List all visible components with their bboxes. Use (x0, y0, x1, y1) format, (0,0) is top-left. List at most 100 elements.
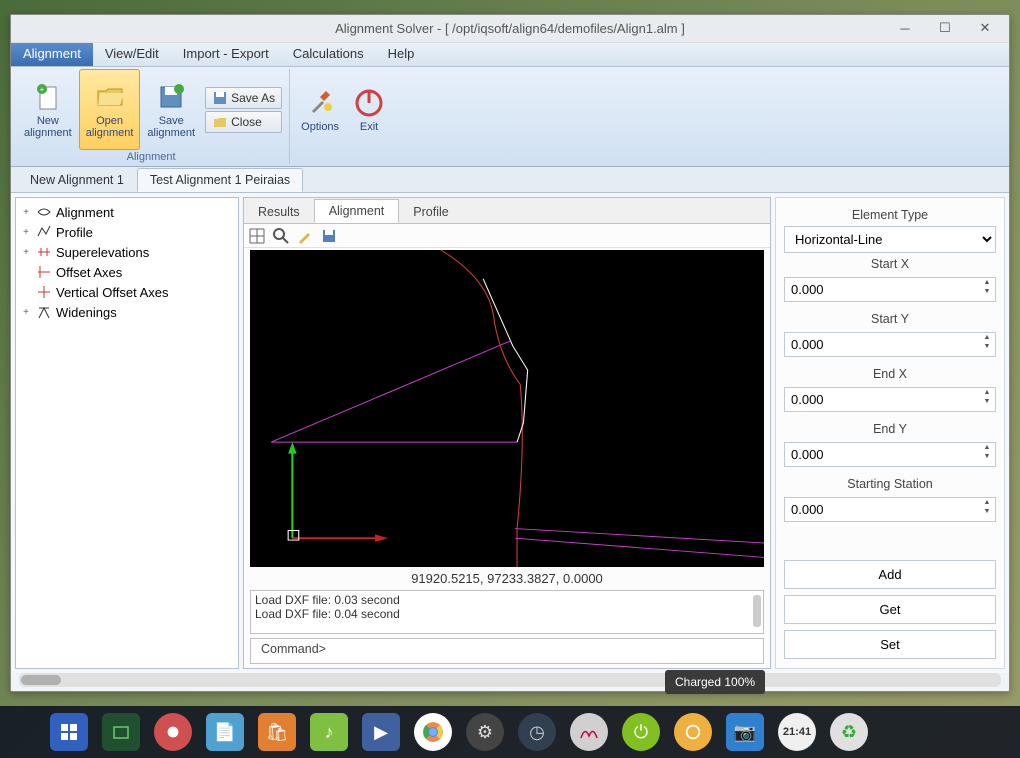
camera-icon[interactable]: 📷 (726, 713, 764, 751)
open-alignment-label: Open alignment (86, 115, 134, 139)
power-taskbar-icon[interactable]: ⏻ (622, 713, 660, 751)
expand-icon[interactable]: + (20, 307, 32, 318)
menu-help[interactable]: Help (376, 43, 427, 66)
store-icon[interactable]: 🛍 (258, 713, 296, 751)
document-tab[interactable]: Test Alignment 1 Peiraias (137, 168, 303, 192)
spin-up-icon[interactable]: ▲ (980, 389, 994, 398)
view-tab-results[interactable]: Results (244, 201, 314, 223)
menu-import-export[interactable]: Import - Export (171, 43, 281, 66)
app-icon-3[interactable] (570, 713, 608, 751)
start-y-input[interactable] (784, 332, 996, 357)
view-tab-alignment[interactable]: Alignment (314, 199, 400, 223)
start-menu-icon[interactable] (50, 713, 88, 751)
field-label: End X (784, 363, 996, 385)
element-type-select[interactable]: Horizontal-Line (784, 226, 996, 253)
save-alignment-button[interactable]: Save alignment (140, 69, 202, 150)
expand-icon[interactable]: + (20, 227, 32, 238)
tree-item-icon (36, 304, 52, 320)
zoom-icon[interactable] (272, 227, 290, 245)
app-icon-2[interactable]: ◷ (518, 713, 556, 751)
app-icon-1[interactable]: 📄 (206, 713, 244, 751)
expand-icon[interactable] (20, 267, 32, 278)
element-type-label: Element Type (784, 204, 996, 226)
view-tab-profile[interactable]: Profile (399, 201, 462, 223)
video-icon[interactable]: ▶ (362, 713, 400, 751)
options-button[interactable]: Options (294, 69, 346, 150)
tree-node-alignment[interactable]: + Alignment (20, 202, 234, 222)
ribbon-group-label: Alignment (126, 150, 177, 164)
settings-icon[interactable]: ⚙ (466, 713, 504, 751)
spin-up-icon[interactable]: ▲ (980, 279, 994, 288)
tree-node-widenings[interactable]: + Widenings (20, 302, 234, 322)
tree-node-offset-axes[interactable]: Offset Axes (20, 262, 234, 282)
tree-item-icon (36, 224, 52, 240)
document-tabs: New Alignment 1Test Alignment 1 Peiraias (11, 167, 1009, 193)
ribbon: + New alignment Open alignment Save alig… (11, 67, 1009, 167)
new-alignment-button[interactable]: + New alignment (17, 69, 79, 150)
expand-icon[interactable]: + (20, 207, 32, 218)
set-button[interactable]: Set (784, 630, 996, 659)
menu-alignment[interactable]: Alignment (11, 43, 93, 66)
taskbar: 📄 🛍 ♪ ▶ ⚙ ◷ ⏻ 📷 21:41 ♻ (0, 706, 1020, 758)
spin-up-icon[interactable]: ▲ (980, 499, 994, 508)
menu-calculations[interactable]: Calculations (281, 43, 376, 66)
grid-icon[interactable] (248, 227, 266, 245)
viewport-toolbar (244, 224, 770, 248)
options-label: Options (301, 121, 339, 133)
starting-station-input[interactable] (784, 497, 996, 522)
start-x-input[interactable] (784, 277, 996, 302)
trash-icon[interactable]: ♻ (830, 713, 868, 751)
properties-panel: Element Type Horizontal-Line Start X▲▼St… (775, 197, 1005, 669)
music-icon[interactable]: ♪ (310, 713, 348, 751)
get-button[interactable]: Get (784, 595, 996, 624)
options-tools-icon (304, 87, 336, 119)
exit-button[interactable]: Exit (346, 69, 392, 150)
spin-down-icon[interactable]: ▼ (980, 343, 994, 352)
field-label: End Y (784, 418, 996, 440)
open-alignment-button[interactable]: Open alignment (79, 69, 141, 150)
field-label: Start X (784, 253, 996, 275)
scrollbar[interactable] (753, 595, 761, 627)
svg-text:+: + (40, 85, 45, 94)
tree-label: Widenings (56, 305, 117, 320)
tree-node-profile[interactable]: +Profile (20, 222, 234, 242)
menubar: AlignmentView/EditImport - ExportCalcula… (11, 43, 1009, 67)
maximize-button[interactable]: ☐ (925, 15, 965, 41)
files-icon[interactable] (102, 713, 140, 751)
end-x-input[interactable] (784, 387, 996, 412)
spin-down-icon[interactable]: ▼ (980, 508, 994, 517)
app-window: Alignment Solver - [ /opt/iqsoft/align64… (10, 14, 1010, 692)
spin-down-icon[interactable]: ▼ (980, 398, 994, 407)
add-button[interactable]: Add (784, 560, 996, 589)
chrome-icon[interactable] (414, 713, 452, 751)
document-tab[interactable]: New Alignment 1 (17, 168, 137, 192)
browser-icon[interactable] (154, 713, 192, 751)
alignment-viewport[interactable] (250, 250, 764, 567)
expand-icon[interactable]: + (20, 247, 32, 258)
save-as-button[interactable]: Save As (205, 87, 282, 109)
menu-view-edit[interactable]: View/Edit (93, 43, 171, 66)
minimize-button[interactable]: ─ (885, 15, 925, 41)
new-file-icon: + (32, 81, 64, 113)
horizontal-scrollbar[interactable] (19, 673, 1001, 687)
clock-icon[interactable]: 21:41 (778, 713, 816, 751)
tree-node-vertical-offset-axes[interactable]: Vertical Offset Axes (20, 282, 234, 302)
save-view-icon[interactable] (320, 227, 338, 245)
tree-node-superelevations[interactable]: +Superelevations (20, 242, 234, 262)
spin-down-icon[interactable]: ▼ (980, 453, 994, 462)
close-file-button[interactable]: Close (205, 111, 282, 133)
close-window-button[interactable]: ✕ (965, 15, 1005, 41)
tree-label: Alignment (56, 205, 114, 220)
tree-label: Vertical Offset Axes (56, 285, 168, 300)
pencil-icon[interactable] (296, 227, 314, 245)
spin-down-icon[interactable]: ▼ (980, 288, 994, 297)
spin-up-icon[interactable]: ▲ (980, 334, 994, 343)
center-panel: ResultsAlignmentProfile (243, 197, 771, 669)
spin-up-icon[interactable]: ▲ (980, 444, 994, 453)
expand-icon[interactable] (20, 287, 32, 298)
app-icon-4[interactable] (674, 713, 712, 751)
end-y-input[interactable] (784, 442, 996, 467)
log-output: Load DXF file: 0.03 secondLoad DXF file:… (250, 590, 764, 634)
save-as-icon (212, 90, 228, 106)
command-input[interactable]: Command> (250, 638, 764, 664)
